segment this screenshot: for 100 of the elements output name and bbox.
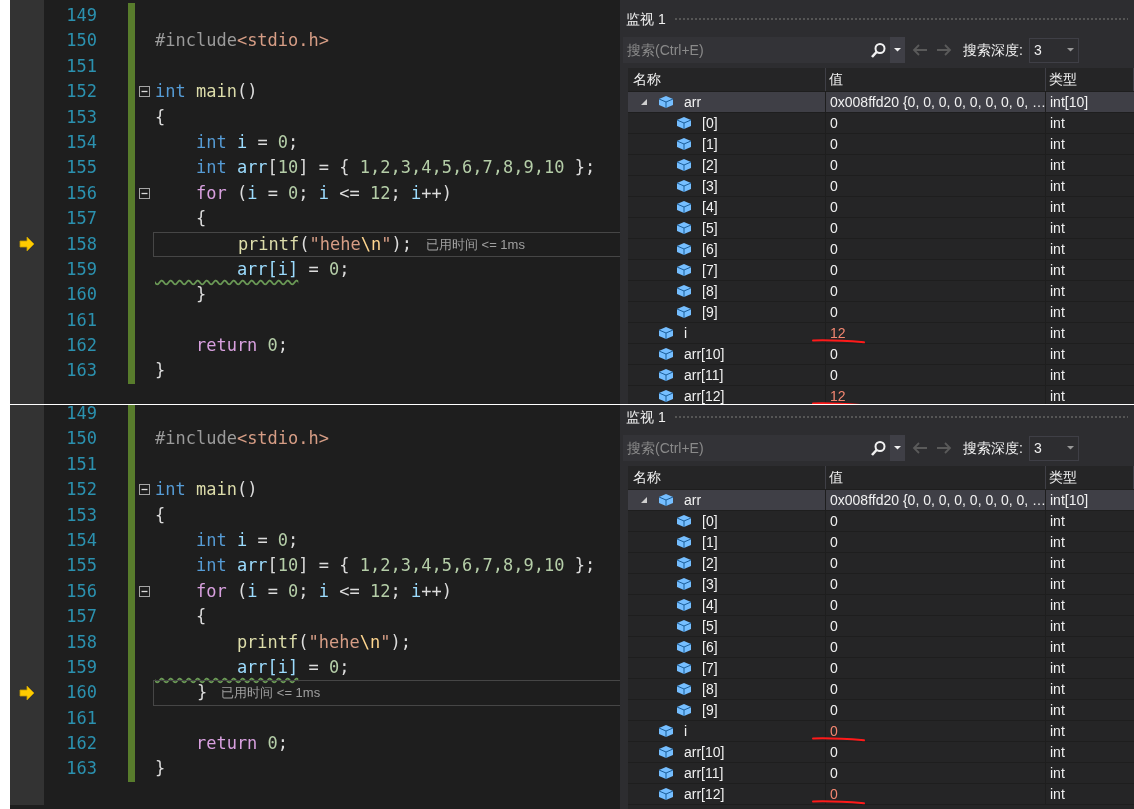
collapse-icon[interactable]: [138, 187, 150, 199]
column-header[interactable]: 值: [826, 466, 1046, 489]
column-header[interactable]: 类型: [1046, 466, 1134, 489]
variable-type: int: [1050, 574, 1065, 594]
variable-name: [2]: [702, 155, 718, 175]
watch-row[interactable]: [3] 0 int: [628, 574, 1134, 595]
line-number: 160: [66, 284, 97, 305]
line-number: 161: [66, 309, 97, 330]
column-header[interactable]: 名称: [628, 68, 826, 91]
watch-row[interactable]: [5] 0 int: [628, 616, 1134, 637]
watch-row[interactable]: [9] 0 int: [628, 700, 1134, 721]
column-header[interactable]: 值: [826, 68, 1046, 91]
dropdown-button[interactable]: [890, 435, 905, 461]
line-number: 154: [66, 131, 97, 152]
watch-row[interactable]: [1] 0 int: [628, 134, 1134, 155]
search-field[interactable]: 搜索(Ctrl+E): [623, 435, 845, 461]
cube-icon: [658, 346, 674, 362]
expand-triangle-icon[interactable]: [640, 496, 648, 504]
watch-row[interactable]: [4] 0 int: [628, 197, 1134, 218]
variable-name: [6]: [702, 637, 718, 657]
variable-name: [5]: [702, 616, 718, 636]
watch-row[interactable]: arr[10] 0 int: [628, 344, 1134, 365]
search-button[interactable]: [845, 435, 890, 461]
watch-row[interactable]: arr[12] 0 int: [628, 784, 1134, 805]
variable-value: 12: [830, 386, 846, 404]
variable-type: int: [1050, 532, 1065, 552]
variable-value: 0: [830, 532, 838, 552]
code-line: #include<stdio.h>: [155, 29, 329, 53]
watch-row[interactable]: [6] 0 int: [628, 239, 1134, 260]
watch-row[interactable]: [6] 0 int: [628, 637, 1134, 658]
collapse-icon[interactable]: [138, 484, 150, 496]
dropdown-button[interactable]: [890, 37, 905, 63]
variable-value: 0: [830, 784, 838, 804]
cube-icon: [658, 492, 674, 508]
code-line: {: [155, 503, 166, 527]
variable-value: 0: [830, 155, 838, 175]
variable-value: 0x008ffd20 {0, 0, 0, 0, 0, 0, 0, 0, …: [830, 92, 1047, 112]
search-button[interactable]: [845, 37, 890, 63]
variable-type: int: [1050, 302, 1065, 322]
watch-row[interactable]: [7] 0 int: [628, 260, 1134, 281]
search-depth-dropdown[interactable]: 3: [1028, 37, 1079, 63]
watch-row[interactable]: arr[11] 0 int: [628, 365, 1134, 386]
variable-type: int: [1050, 344, 1065, 364]
watch-row[interactable]: [1] 0 int: [628, 532, 1134, 553]
cube-icon: [658, 367, 674, 383]
cube-icon: [676, 702, 692, 718]
watch-row[interactable]: [2] 0 int: [628, 155, 1134, 176]
collapse-icon[interactable]: [138, 585, 150, 597]
watch-row[interactable]: [4] 0 int: [628, 595, 1134, 616]
variable-name: arr[12]: [684, 386, 725, 404]
cube-icon: [676, 639, 692, 655]
search-depth-dropdown[interactable]: 3: [1028, 435, 1079, 461]
variable-name: [1]: [702, 532, 718, 552]
line-number: 150: [66, 428, 97, 449]
watch-row[interactable]: [8] 0 int: [628, 679, 1134, 700]
column-header[interactable]: 类型: [1046, 68, 1134, 91]
watch-row[interactable]: [7] 0 int: [628, 658, 1134, 679]
cube-icon: [658, 744, 674, 760]
variable-value: 0: [830, 134, 838, 154]
variable-type: int: [1050, 784, 1065, 804]
variable-name: i: [684, 323, 688, 343]
watch-row[interactable]: arr[11] 0 int: [628, 763, 1134, 784]
watch-row[interactable]: [8] 0 int: [628, 281, 1134, 302]
watch-row[interactable]: [2] 0 int: [628, 553, 1134, 574]
line-number: 161: [66, 707, 97, 728]
code-line: for (i = 0; i <= 12; i++): [194, 181, 452, 205]
variable-value: 0: [830, 553, 838, 573]
variable-name: [9]: [702, 700, 718, 720]
variable-name: arr[12]: [684, 784, 725, 804]
variable-type: int: [1050, 679, 1065, 699]
variable-type: int: [1050, 113, 1065, 133]
search-field[interactable]: 搜索(Ctrl+E): [623, 37, 845, 63]
variable-type: int: [1050, 386, 1065, 404]
variable-name: arr: [684, 490, 702, 510]
variable-value: 0: [830, 721, 838, 741]
watch-row[interactable]: arr 0x008ffd20 {0, 0, 0, 0, 0, 0, 0, 0, … int[10]: [628, 490, 1134, 511]
collapse-icon[interactable]: [138, 86, 150, 98]
watch-row[interactable]: i 12 int: [628, 323, 1134, 344]
watch-row[interactable]: arr[10] 0 int: [628, 742, 1134, 763]
panel-title: 监视 1: [626, 10, 666, 29]
cube-icon: [676, 597, 692, 613]
watch-row[interactable]: i 0 int: [628, 721, 1134, 742]
line-number: 155: [66, 157, 97, 178]
variable-value: 0: [830, 281, 838, 301]
line-number: 151: [66, 453, 97, 474]
watch-row[interactable]: [9] 0 int: [628, 302, 1134, 323]
variable-value: 0: [830, 260, 838, 280]
watch-row[interactable]: [3] 0 int: [628, 176, 1134, 197]
expand-triangle-icon[interactable]: [640, 98, 648, 106]
cube-icon: [676, 534, 692, 550]
watch-row[interactable]: [5] 0 int: [628, 218, 1134, 239]
watch-row[interactable]: [0] 0 int: [628, 511, 1134, 532]
watch-row[interactable]: arr 0x008ffd20 {0, 0, 0, 0, 0, 0, 0, 0, … int[10]: [628, 92, 1134, 113]
variable-name: [7]: [702, 260, 718, 280]
variable-name: arr[10]: [684, 742, 725, 762]
column-header[interactable]: 名称: [628, 466, 826, 489]
search-depth-label: 搜索深度:: [963, 438, 1023, 458]
variable-name: [0]: [702, 113, 718, 133]
watch-row[interactable]: [0] 0 int: [628, 113, 1134, 134]
timing-hint: 已用时间 <= 1ms: [221, 684, 321, 703]
